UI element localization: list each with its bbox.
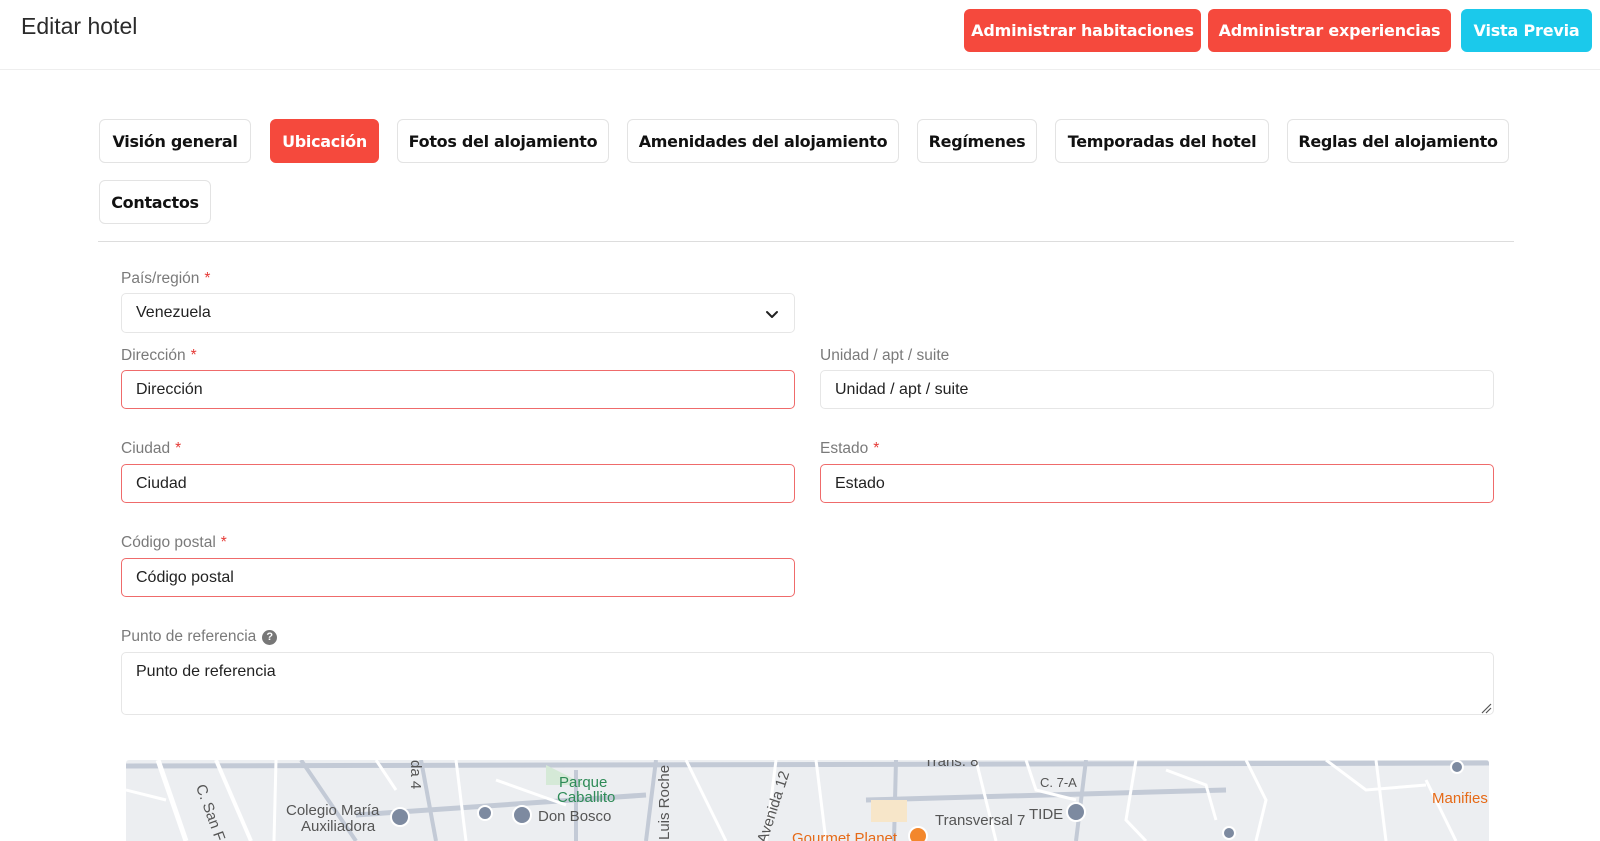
- map-label-auxiliadora: Auxiliadora: [301, 818, 376, 835]
- required-mark: *: [204, 270, 211, 287]
- question-circle-icon[interactable]: ?: [262, 630, 278, 645]
- tab-rules[interactable]: Reglas del alojamiento: [1287, 119, 1509, 163]
- address-label-text: Dirección: [121, 347, 186, 364]
- tab-overview[interactable]: Visión general: [99, 119, 251, 163]
- unit-label: Unidad / apt / suite: [820, 347, 950, 364]
- postal-label: Código postal *: [121, 534, 227, 552]
- required-mark: *: [175, 440, 182, 457]
- reference-label: Punto de referencia?: [121, 628, 278, 646]
- bus-stop-icon[interactable]: [1450, 760, 1464, 774]
- page-title: Editar hotel: [21, 13, 138, 39]
- top-bar: Editar hotel Administrar habitaciones Ad…: [0, 0, 1600, 70]
- required-mark: *: [873, 440, 880, 457]
- country-select[interactable]: Venezuela: [121, 293, 795, 333]
- manage-experiences-button[interactable]: Administrar experiencias: [1208, 9, 1451, 52]
- reference-label-text: Punto de referencia: [121, 628, 257, 645]
- tab-photos[interactable]: Fotos del alojamiento: [397, 119, 609, 163]
- required-mark: *: [220, 534, 227, 551]
- country-label-text: País/región: [121, 270, 200, 287]
- tab-location[interactable]: Ubicación: [270, 119, 379, 163]
- school-pin-icon[interactable]: [512, 805, 532, 825]
- tab-contacts[interactable]: Contactos: [99, 180, 211, 224]
- state-label: Estado *: [820, 440, 879, 458]
- map-label-da4: da 4: [407, 760, 424, 790]
- reference-textarea[interactable]: [121, 652, 1494, 715]
- bus-stop-icon[interactable]: [1222, 826, 1236, 840]
- place-pin-icon[interactable]: [1066, 802, 1086, 822]
- map-label-tide: TIDE: [1029, 806, 1064, 823]
- tab-seasons[interactable]: Temporadas del hotel: [1055, 119, 1269, 163]
- map-label-luis-roche: Luis Roche: [656, 764, 673, 840]
- location-map[interactable]: C. San Felipe Colegio María Auxiliadora …: [126, 760, 1489, 841]
- resize-grip-icon[interactable]: [1480, 702, 1492, 714]
- required-mark: *: [190, 347, 197, 364]
- postal-code-input[interactable]: [121, 558, 795, 597]
- unit-input[interactable]: [820, 370, 1494, 409]
- country-label: País/región *: [121, 270, 210, 288]
- state-input[interactable]: [820, 464, 1494, 503]
- address-label: Dirección *: [121, 347, 197, 365]
- manage-rooms-button[interactable]: Administrar habitaciones: [964, 9, 1201, 52]
- restaurant-pin-icon[interactable]: [908, 826, 928, 841]
- map-label-trans-8: Trans. 8: [924, 760, 979, 770]
- state-label-text: Estado: [820, 440, 869, 457]
- chevron-down-icon: [766, 311, 778, 318]
- preview-button[interactable]: Vista Previa: [1461, 9, 1592, 52]
- map-label-c7a: C. 7-A: [1040, 775, 1077, 790]
- map-label-don-bosco: Don Bosco: [538, 808, 612, 825]
- divider: [98, 241, 1514, 242]
- map-label-manifies: Manifies: [1432, 790, 1488, 807]
- tab-regimes[interactable]: Regímenes: [917, 119, 1037, 163]
- city-label-text: Ciudad: [121, 440, 171, 457]
- postal-label-text: Código postal: [121, 534, 216, 551]
- address-input[interactable]: [121, 370, 795, 409]
- city-input[interactable]: [121, 464, 795, 503]
- tab-amenities[interactable]: Amenidades del alojamiento: [627, 119, 899, 163]
- school-pin-icon[interactable]: [390, 807, 410, 827]
- map-label-gourmet-planet: Gourmet Planet: [792, 830, 898, 841]
- map-label-colegio: Colegio María: [286, 802, 380, 819]
- map-label-transversal-7: Transversal 7: [935, 812, 1026, 829]
- bus-stop-icon[interactable]: [477, 805, 493, 821]
- country-select-value: Venezuela: [136, 304, 211, 321]
- map-label-caballito: Caballito: [557, 789, 616, 806]
- city-label: Ciudad *: [121, 440, 181, 458]
